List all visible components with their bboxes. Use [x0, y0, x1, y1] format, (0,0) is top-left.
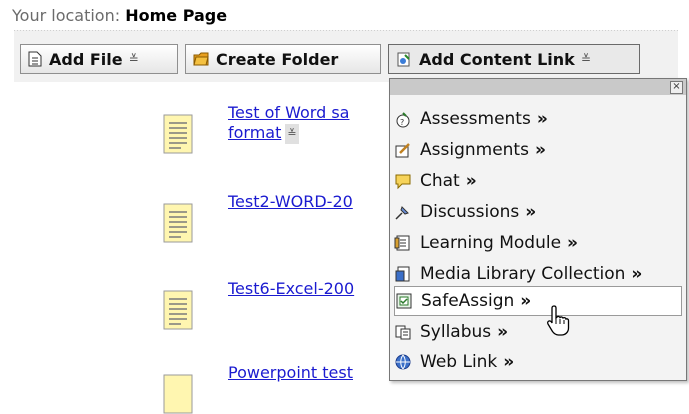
item-title-line2[interactable]: format: [228, 123, 281, 142]
submenu-arrow-icon: »: [534, 140, 546, 160]
menu-item-label: Syllabus: [420, 322, 492, 342]
submenu-arrow-icon: »: [525, 202, 537, 222]
menu-item-label: Discussions: [420, 202, 520, 222]
close-icon[interactable]: ×: [670, 81, 683, 94]
document-icon: [163, 203, 193, 243]
menu-item-label: Assignments: [420, 140, 529, 160]
content-link[interactable]: Powerpoint test: [228, 363, 353, 382]
menu-item-media-library-collection[interactable]: Media Library Collection»: [394, 259, 684, 289]
menu-item-syllabus[interactable]: Syllabus»: [394, 317, 684, 347]
content-link-icon: [397, 52, 410, 67]
learning-module-icon: [394, 235, 410, 251]
hand-cursor-icon: [546, 305, 570, 336]
safeassign-icon: [396, 293, 412, 309]
content-toolbar: Add File ≚ Create Folder Add Content Lin…: [14, 30, 678, 82]
media-library-icon: [395, 266, 410, 282]
file-icon: [28, 51, 42, 67]
location-value[interactable]: Home Page: [125, 6, 227, 25]
syllabus-icon: [395, 325, 411, 340]
submenu-arrow-icon: »: [503, 352, 515, 372]
menu-item-label: Chat: [420, 171, 460, 191]
menu-item-assessments[interactable]: ? Assessments»: [394, 104, 684, 134]
menu-item-web-link[interactable]: Web Link»: [394, 347, 684, 377]
content-link[interactable]: Test of Word sa format ≚: [228, 103, 349, 144]
menu-item-label: Learning Module: [420, 233, 562, 253]
svg-text:?: ?: [400, 118, 404, 127]
add-content-link-menu: × ? Assessments» Assignments» Chat» Disc…: [389, 78, 687, 381]
discussion-pin-icon: [395, 206, 409, 220]
folder-icon: [193, 52, 209, 66]
menu-item-label: Web Link: [420, 352, 498, 372]
menu-item-label: SafeAssign: [421, 291, 515, 311]
document-icon: [163, 290, 193, 330]
chat-icon: [395, 174, 411, 190]
chevron-down-icon[interactable]: ≚: [285, 123, 299, 144]
menu-item-chat[interactable]: Chat»: [394, 166, 684, 196]
content-link[interactable]: Test2-WORD-20: [228, 192, 353, 211]
submenu-arrow-icon: »: [520, 291, 532, 311]
content-link[interactable]: Test6-Excel-200: [228, 279, 354, 298]
submenu-arrow-icon: »: [465, 171, 477, 191]
submenu-arrow-icon: »: [536, 109, 548, 129]
add-file-label: Add File: [49, 49, 123, 69]
menu-item-label: Media Library Collection: [420, 264, 626, 284]
create-folder-button[interactable]: Create Folder: [185, 44, 381, 74]
item-title-line1[interactable]: Test of Word sa: [228, 103, 349, 122]
menu-item-label: Assessments: [420, 109, 531, 129]
menu-item-safeassign[interactable]: SafeAssign»: [394, 286, 682, 316]
add-content-link-label: Add Content Link: [419, 49, 575, 69]
add-file-button[interactable]: Add File ≚: [20, 44, 178, 74]
chevron-down-icon[interactable]: ≚: [581, 52, 591, 66]
menu-header: ×: [390, 79, 686, 95]
submenu-arrow-icon: »: [497, 322, 509, 342]
breadcrumb: Your location: Home Page: [12, 6, 227, 25]
assignment-icon: [395, 143, 410, 158]
submenu-arrow-icon: »: [631, 264, 643, 284]
chevron-down-icon[interactable]: ≚: [129, 52, 139, 66]
document-icon: [163, 374, 193, 414]
location-label: Your location:: [12, 6, 121, 25]
add-content-link-button[interactable]: Add Content Link ≚: [388, 44, 640, 74]
menu-item-learning-module[interactable]: Learning Module»: [394, 228, 684, 258]
assessment-icon: ?: [396, 112, 410, 128]
document-icon: [163, 114, 193, 154]
web-link-icon: [395, 354, 411, 370]
menu-item-assignments[interactable]: Assignments»: [394, 135, 684, 165]
menu-item-discussions[interactable]: Discussions»: [394, 197, 684, 227]
create-folder-label: Create Folder: [216, 49, 339, 69]
submenu-arrow-icon: »: [567, 233, 579, 253]
